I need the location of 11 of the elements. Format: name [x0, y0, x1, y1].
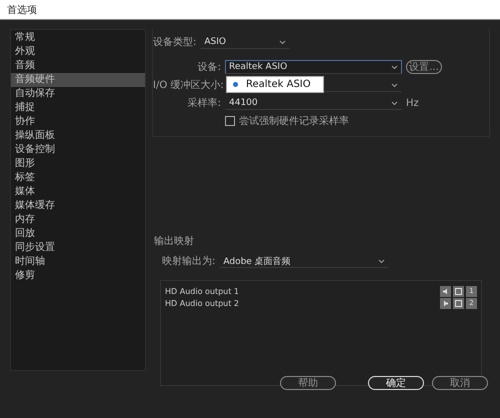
- output-name: HD Audio output 2: [165, 298, 240, 308]
- checkbox-label: 尝试强制硬件记录采样率: [239, 114, 349, 128]
- output-name: HD Audio output 1: [165, 286, 240, 296]
- unit-label: Hz: [406, 98, 419, 108]
- buffer-size-label: I/O 缓冲区大小:: [153, 78, 221, 92]
- map-output-label: 映射输出为:: [162, 254, 216, 268]
- section-title: 输出映射: [154, 234, 195, 248]
- sample-rate-label: 采样率:: [186, 96, 221, 110]
- device-type-label: 设备类型:: [153, 36, 196, 49]
- device-label: 设备:: [196, 61, 221, 74]
- window-title: 首选项: [7, 4, 37, 16]
